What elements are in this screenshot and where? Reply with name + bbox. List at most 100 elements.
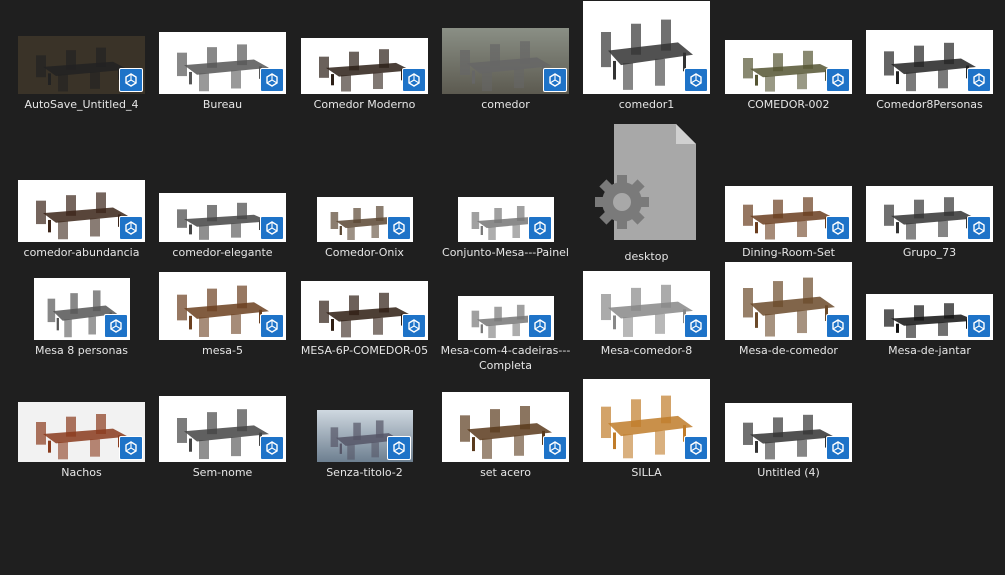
thumbnail-area xyxy=(11,368,152,462)
sketchup-icon xyxy=(967,68,991,92)
sketchup-icon xyxy=(386,216,411,240)
thumbnail-area xyxy=(576,246,717,340)
model-thumbnail xyxy=(159,396,286,462)
file-item[interactable]: Conjunto-Mesa---Painel xyxy=(435,148,576,260)
model-thumbnail xyxy=(18,180,145,242)
thumbnail-area xyxy=(576,368,717,462)
sketchup-icon xyxy=(684,436,708,460)
file-item[interactable]: Comedor Moderno xyxy=(294,0,435,112)
thumbnail-area xyxy=(435,148,576,242)
file-name: Bureau xyxy=(202,98,243,111)
file-item[interactable]: desktop xyxy=(576,120,717,264)
file-name: Comedor Moderno xyxy=(313,98,416,111)
file-item[interactable]: Comedor8Personas xyxy=(859,0,1000,112)
thumbnail-area xyxy=(435,246,576,340)
model-thumbnail xyxy=(725,403,852,462)
model-thumbnail xyxy=(866,294,993,340)
model-thumbnail xyxy=(866,186,993,242)
model-thumbnail xyxy=(159,272,286,340)
thumbnail-area xyxy=(718,148,859,242)
file-item[interactable]: Mesa-com-4-cadeiras---Completa xyxy=(435,246,576,373)
thumbnail-area xyxy=(11,0,152,94)
thumbnail-area xyxy=(152,148,293,242)
file-item[interactable]: AutoSave_Untitled_4 xyxy=(11,0,152,112)
file-item[interactable]: MESA-6P-COMEDOR-05 xyxy=(294,246,435,358)
file-item[interactable]: Bureau xyxy=(152,0,293,112)
sketchup-icon xyxy=(119,68,143,92)
model-thumbnail xyxy=(18,36,145,94)
file-item[interactable]: Mesa-de-jantar xyxy=(859,246,1000,358)
model-thumbnail xyxy=(316,197,413,242)
model-thumbnail xyxy=(725,262,852,340)
file-item[interactable]: comedor1 xyxy=(576,0,717,112)
file-name: MESA-6P-COMEDOR-05 xyxy=(300,344,429,357)
file-name: COMEDOR-002 xyxy=(747,98,830,111)
file-item[interactable]: COMEDOR-002 xyxy=(718,0,859,112)
sketchup-icon xyxy=(402,68,426,92)
model-thumbnail xyxy=(583,379,710,462)
file-name: Nachos xyxy=(61,466,102,479)
file-name: comedor1 xyxy=(618,98,675,111)
file-item[interactable]: Sem-nome xyxy=(152,368,293,480)
sketchup-icon xyxy=(826,68,850,92)
file-item[interactable]: Senza-titolo-2 xyxy=(294,368,435,480)
file-item[interactable]: Untitled (4) xyxy=(718,368,859,480)
thumbnail-area xyxy=(435,0,576,94)
file-name: SILLA xyxy=(631,466,662,479)
thumbnail-area xyxy=(294,148,435,242)
sketchup-icon xyxy=(260,436,284,460)
thumbnail-area xyxy=(294,246,435,340)
file-item[interactable]: Comedor-Onix xyxy=(294,148,435,260)
file-name: Mesa-comedor-8 xyxy=(600,344,693,357)
sketchup-icon xyxy=(386,436,411,460)
file-item[interactable]: comedor-abundancia xyxy=(11,148,152,260)
file-item[interactable]: Mesa-comedor-8 xyxy=(576,246,717,358)
file-name: Senza-titolo-2 xyxy=(326,466,403,479)
file-name: AutoSave_Untitled_4 xyxy=(24,98,139,111)
thumbnail-area xyxy=(859,246,1000,340)
model-thumbnail xyxy=(301,38,428,94)
model-thumbnail xyxy=(866,30,993,94)
model-thumbnail xyxy=(457,197,554,242)
file-name: comedor xyxy=(481,98,530,111)
thumbnail-area xyxy=(152,246,293,340)
file-name: Mesa-de-comedor xyxy=(739,344,838,357)
model-thumbnail xyxy=(301,281,428,340)
file-item[interactable]: Grupo_73 xyxy=(859,148,1000,260)
thumbnail-area xyxy=(718,246,859,340)
thumbnail-area xyxy=(718,0,859,94)
sketchup-icon xyxy=(119,216,143,240)
model-thumbnail xyxy=(457,296,554,340)
file-name: Sem-nome xyxy=(192,466,253,479)
thumbnail-area xyxy=(294,0,435,94)
model-thumbnail xyxy=(725,186,852,242)
file-name: Mesa 8 personas xyxy=(35,344,128,357)
sketchup-icon xyxy=(543,436,567,460)
thumbnail-area xyxy=(152,368,293,462)
model-thumbnail xyxy=(725,40,852,94)
sketchup-icon xyxy=(684,68,708,92)
file-item[interactable]: Nachos xyxy=(11,368,152,480)
file-item[interactable]: comedor xyxy=(435,0,576,112)
file-item[interactable]: Mesa-de-comedor xyxy=(718,246,859,358)
file-item[interactable]: comedor-elegante xyxy=(152,148,293,260)
sketchup-icon xyxy=(260,314,284,338)
sketchup-icon xyxy=(402,314,426,338)
file-item[interactable]: Mesa 8 personas xyxy=(11,246,152,358)
sketchup-icon xyxy=(119,436,143,460)
file-grid: AutoSave_Untitled_4 Bureau Comedor Moderno… xyxy=(0,0,1005,575)
sketchup-icon xyxy=(967,314,991,338)
file-name: Untitled (4) xyxy=(757,466,820,479)
sketchup-icon xyxy=(967,216,991,240)
thumbnail-area xyxy=(11,246,152,340)
thumbnail-area xyxy=(11,148,152,242)
sketchup-icon xyxy=(826,314,850,338)
sketchup-icon xyxy=(260,68,284,92)
file-name: Comedor8Personas xyxy=(876,98,983,111)
file-item[interactable]: mesa-5 xyxy=(152,246,293,358)
file-item[interactable]: Dining-Room-Set xyxy=(718,148,859,260)
file-item[interactable]: SILLA xyxy=(576,368,717,480)
thumbnail-area xyxy=(152,0,293,94)
sketchup-icon xyxy=(103,314,128,338)
file-item[interactable]: set acero xyxy=(435,368,576,480)
